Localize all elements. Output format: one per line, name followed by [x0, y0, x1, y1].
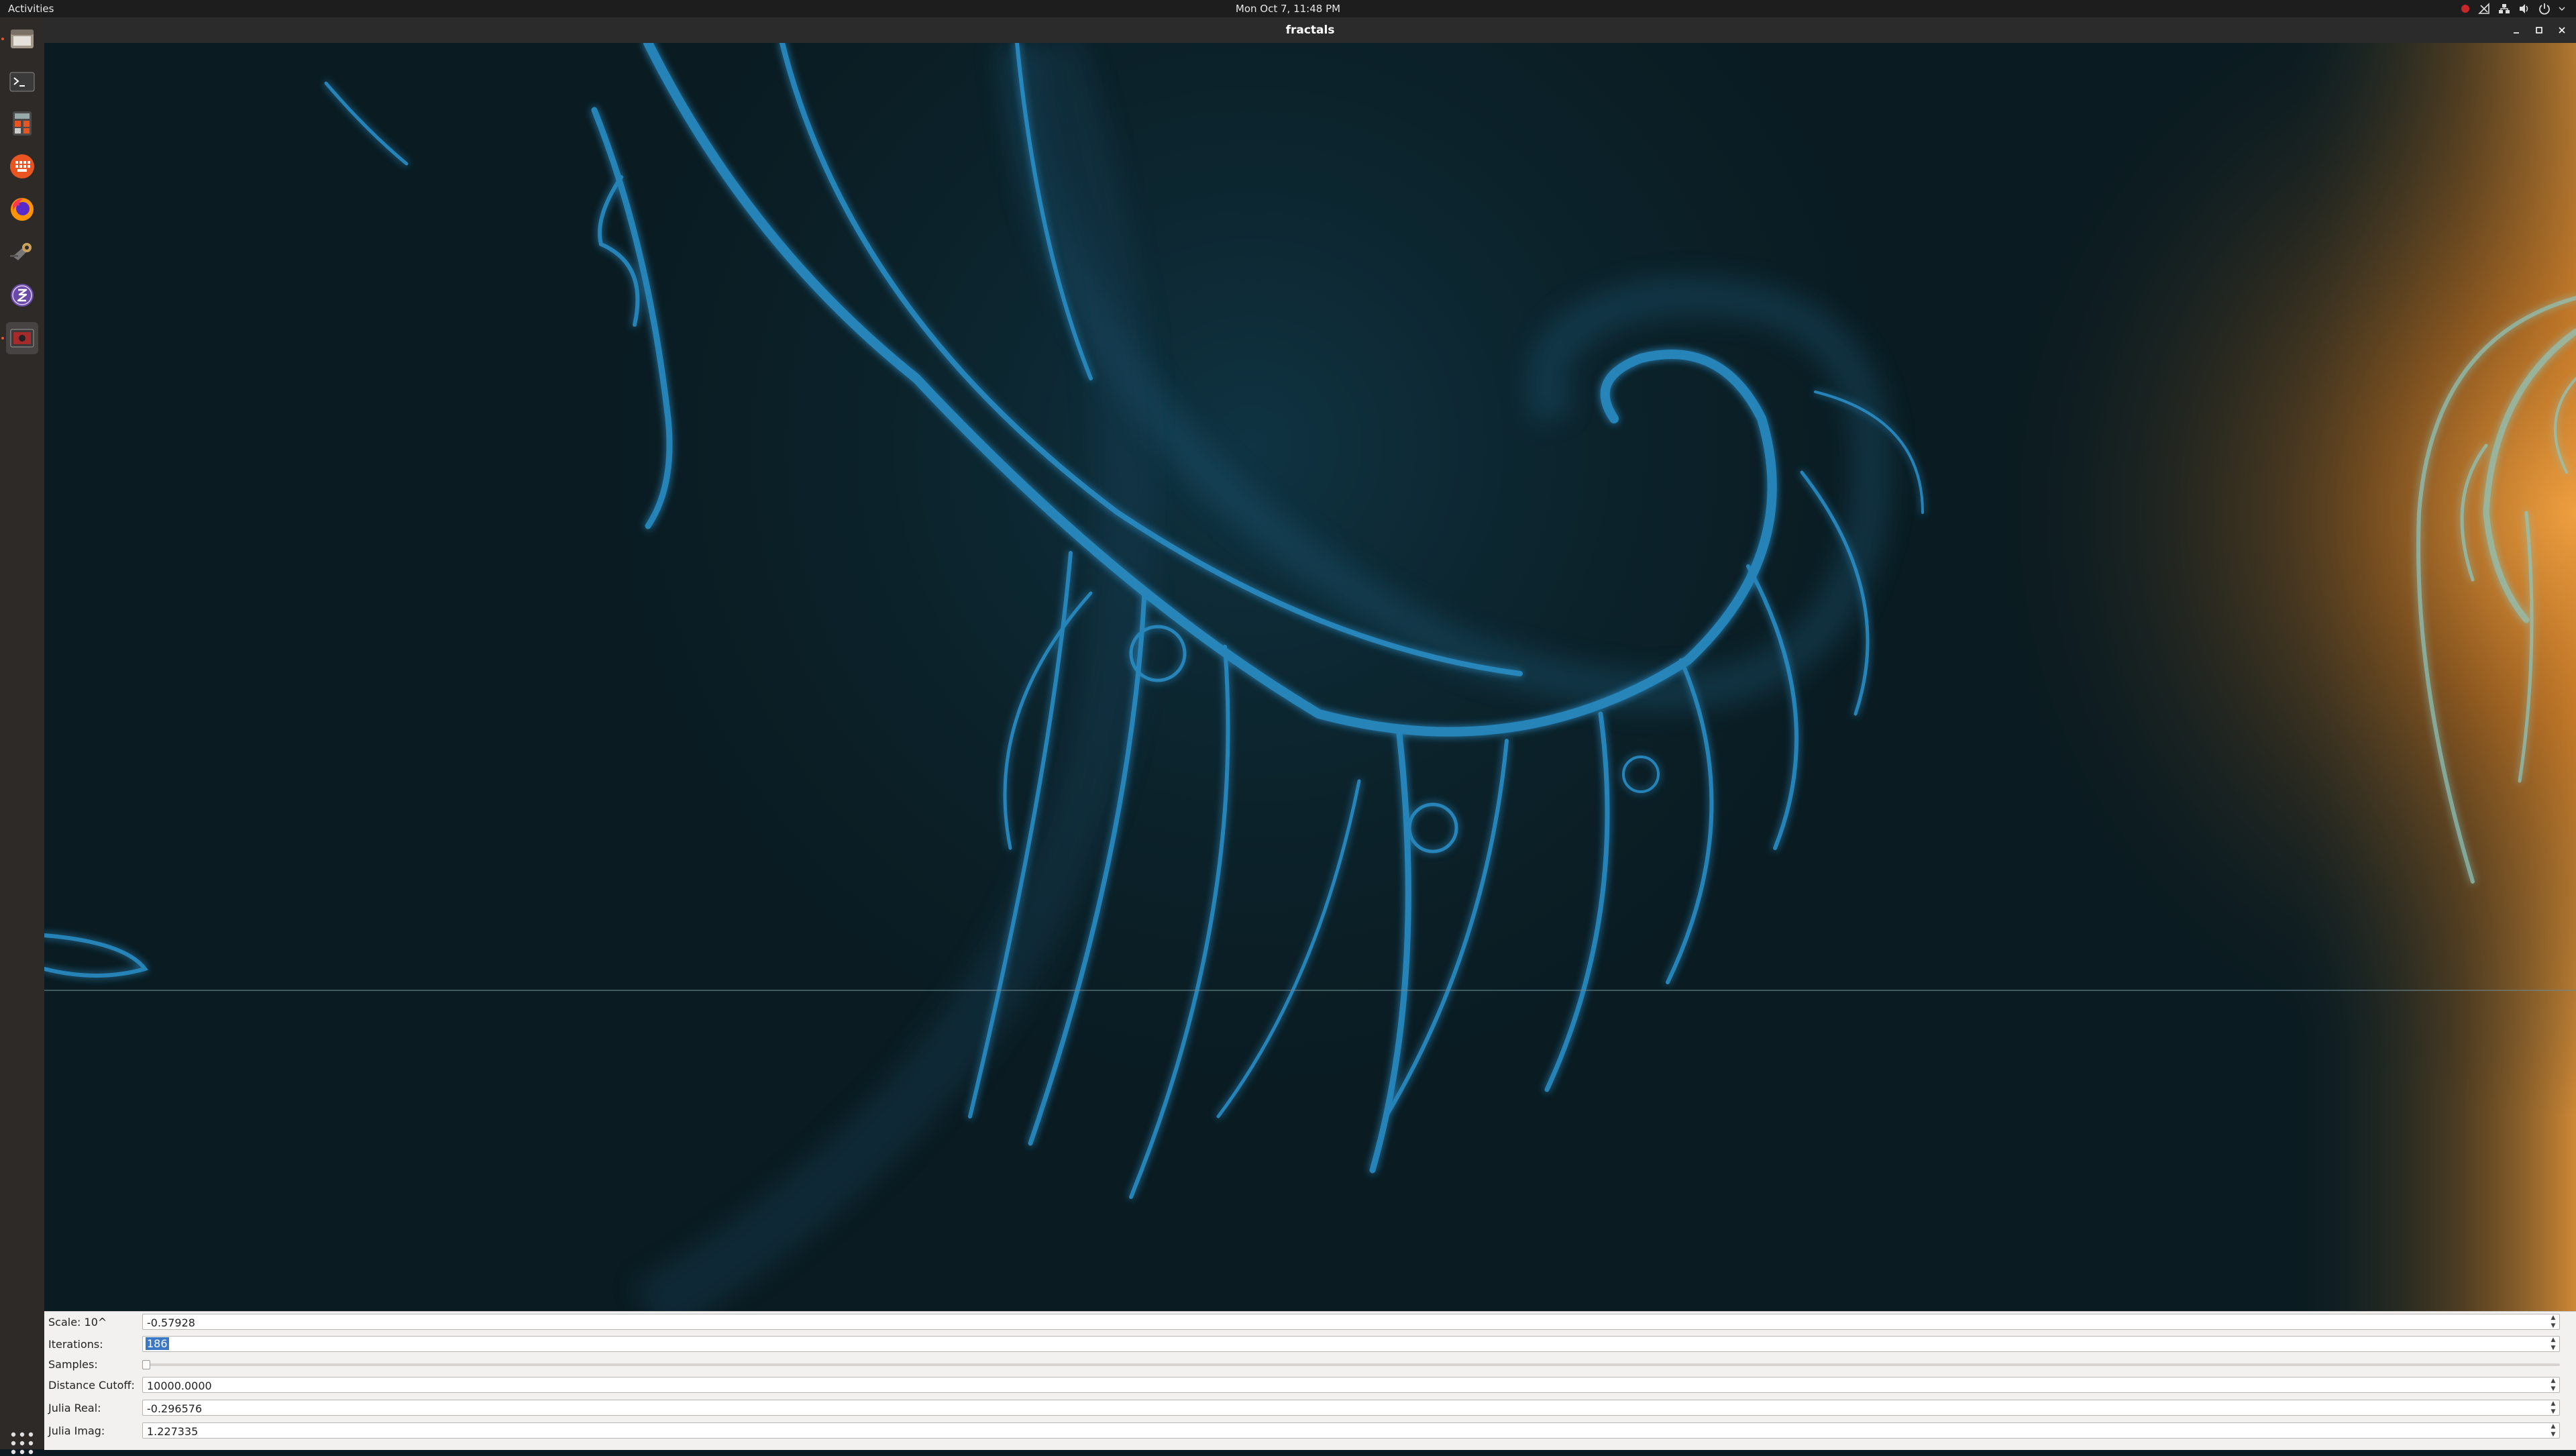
network-wired-icon[interactable]: [2498, 3, 2510, 15]
samples-slider-handle[interactable]: [142, 1360, 150, 1369]
scale-stepper[interactable]: ▲ ▼: [2548, 1314, 2559, 1329]
iterations-label: Iterations:: [48, 1338, 103, 1351]
dock-item-files[interactable]: [6, 23, 38, 55]
decrement-icon[interactable]: ▼: [2551, 1431, 2556, 1438]
julia-imag-spinbox[interactable]: [142, 1422, 2560, 1439]
distance-cutoff-spinbox[interactable]: [142, 1377, 2560, 1393]
julia-real-spinbox[interactable]: [142, 1400, 2560, 1416]
dock-item-calculator[interactable]: [6, 107, 38, 140]
firefox-icon: [11, 198, 34, 221]
increment-icon[interactable]: ▲: [2551, 1377, 2556, 1384]
distance-cutoff-label: Distance Cutoff:: [48, 1379, 135, 1392]
iterations-row: Iterations: 186 ▲ ▼: [44, 1334, 2576, 1354]
julia-fractal-image: [44, 43, 2576, 1311]
julia-imag-row: Julia Imag: ▲▼: [44, 1420, 2576, 1441]
decrement-icon[interactable]: ▼: [2551, 1322, 2556, 1329]
maximize-icon: [2536, 27, 2542, 34]
dock-item-tools[interactable]: [6, 236, 38, 268]
dock-item-fractals[interactable]: [6, 322, 38, 354]
window-titlebar[interactable]: fractals: [44, 17, 2576, 43]
scale-row: Scale: 10^ ▲▼: [44, 1312, 2576, 1332]
decrement-icon[interactable]: ▼: [2551, 1408, 2556, 1415]
fractal-render-canvas[interactable]: [44, 43, 2576, 1311]
iterations-value-selected: 186: [146, 1337, 169, 1350]
network-icon[interactable]: [2478, 3, 2490, 15]
distance-cutoff-row: Distance Cutoff: ▲▼: [44, 1375, 2576, 1395]
julia-real-stepper[interactable]: ▲ ▼: [2548, 1400, 2559, 1415]
minimize-icon: [2514, 32, 2519, 34]
julia-real-label: Julia Real:: [48, 1402, 101, 1414]
dock-item-terminal[interactable]: [6, 66, 38, 98]
fractal-controls-panel: Scale: 10^ ▲▼ Iterations: 186 ▲▼ Samples…: [44, 1311, 2576, 1450]
dock-item-emacs[interactable]: [6, 279, 38, 311]
close-button[interactable]: [2553, 21, 2571, 39]
clock[interactable]: Mon Oct 7, 11:48 PM: [1236, 3, 1340, 15]
julia-imag-stepper[interactable]: ▲ ▼: [2548, 1423, 2559, 1438]
dock-item-firefox[interactable]: [6, 193, 38, 225]
running-indicator: [1, 337, 4, 340]
increment-icon[interactable]: ▲: [2551, 1423, 2556, 1430]
decrement-icon[interactable]: ▼: [2551, 1386, 2556, 1392]
window-title: fractals: [1285, 23, 1335, 37]
increment-icon[interactable]: ▲: [2551, 1337, 2556, 1343]
volume-icon[interactable]: [2518, 3, 2530, 15]
top-bar: Activities Mon Oct 7, 11:48 PM: [0, 0, 2576, 17]
maximize-button[interactable]: [2530, 21, 2548, 39]
system-menu-chevron-icon[interactable]: [2559, 3, 2565, 15]
minimize-button[interactable]: [2508, 21, 2525, 39]
emacs-icon: [11, 284, 34, 307]
fractals-window-icon: [10, 329, 34, 348]
calculator-icon: [13, 111, 32, 136]
activities-button[interactable]: Activities: [8, 3, 54, 15]
julia-imag-label: Julia Imag:: [48, 1424, 105, 1437]
power-icon[interactable]: [2538, 3, 2551, 15]
scale-spinbox[interactable]: [142, 1314, 2560, 1330]
samples-slider-track[interactable]: [142, 1363, 2560, 1366]
dock: [0, 17, 45, 1455]
samples-label: Samples:: [48, 1358, 98, 1371]
running-indicator: [1, 38, 4, 40]
orange-grid-app-icon: [10, 154, 34, 178]
dock-item-apps[interactable]: [6, 150, 38, 183]
wrench-tools-icon: [10, 243, 32, 260]
samples-row: Samples:: [44, 1356, 2576, 1373]
record-indicator-icon[interactable]: [2461, 4, 2470, 13]
decrement-icon[interactable]: ▼: [2551, 1345, 2556, 1351]
julia-real-row: Julia Real: ▲▼: [44, 1398, 2576, 1418]
distance-cutoff-stepper[interactable]: ▲ ▼: [2548, 1377, 2559, 1392]
scale-label: Scale: 10^: [48, 1316, 107, 1329]
system-tray[interactable]: [2461, 1, 2565, 16]
increment-icon[interactable]: ▲: [2551, 1400, 2556, 1407]
close-icon: [2559, 27, 2565, 34]
file-manager-icon: [11, 30, 34, 48]
terminal-icon: [9, 72, 35, 92]
increment-icon[interactable]: ▲: [2551, 1314, 2556, 1321]
iterations-spinbox[interactable]: 186: [142, 1336, 2560, 1352]
iterations-stepper[interactable]: ▲ ▼: [2548, 1337, 2559, 1351]
show-applications-grid-icon[interactable]: [9, 1431, 35, 1456]
